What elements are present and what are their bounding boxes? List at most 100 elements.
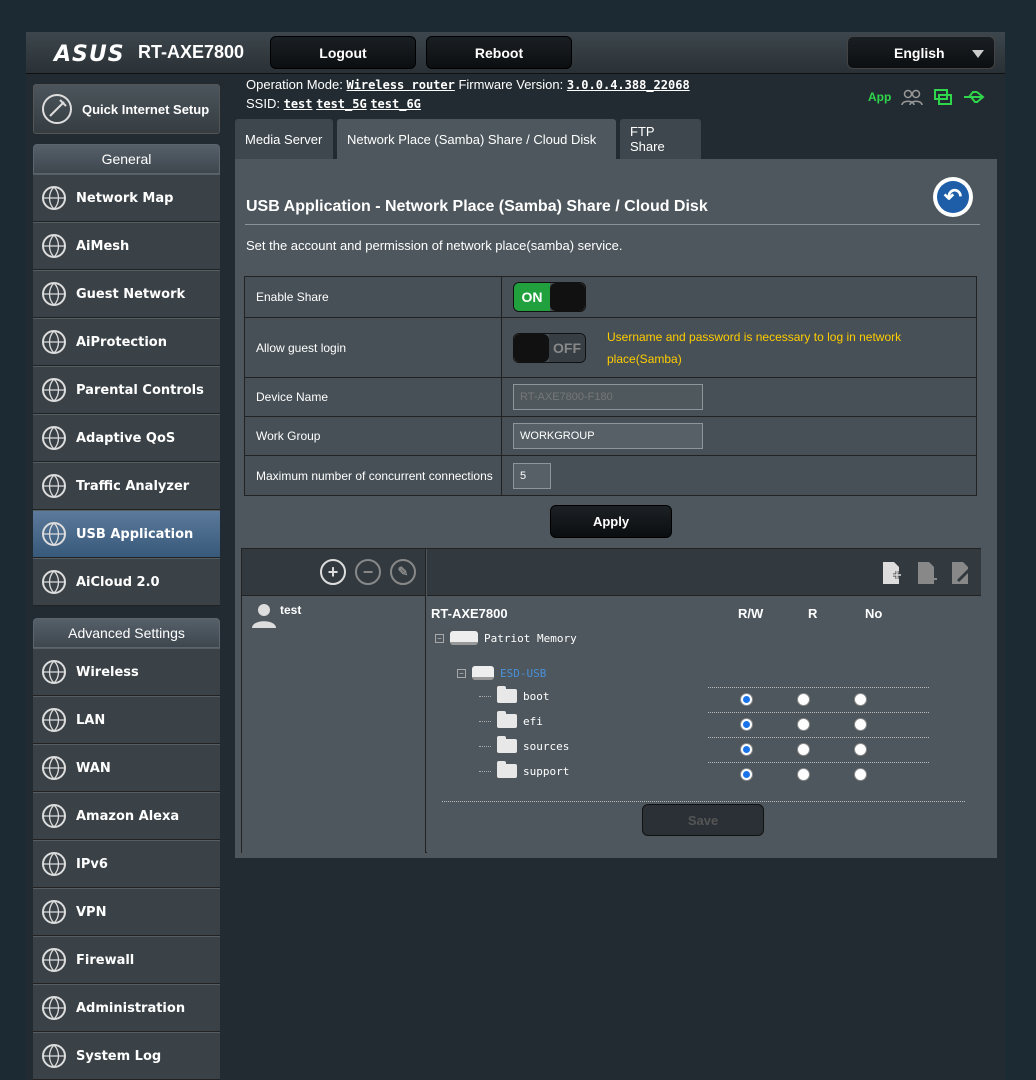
permission-radio-no[interactable] [854,718,867,731]
firmware-label: Firmware Version: [458,77,564,92]
quick-internet-setup[interactable]: Quick Internet Setup [33,84,220,134]
max-connections-label: Maximum number of concurrent connections [245,456,502,495]
sidebar-item-wan[interactable]: WAN [33,744,220,792]
sidebar-item-network-map[interactable]: Network Map [33,174,220,222]
volume-label: ESD-USB [500,666,547,680]
account-item[interactable]: test [250,602,301,628]
tab-ftp-share[interactable]: FTP Share [620,119,701,159]
firmware-link[interactable]: 3.0.0.4.388_22068 [567,78,690,92]
shield-lock-icon [39,327,69,357]
folder-node[interactable]: efi [479,711,543,728]
general-header: General [33,144,220,174]
tree-root: RT-AXE7800 [431,606,508,621]
ssid-link[interactable]: test [284,97,313,111]
collapse-icon[interactable]: − [435,633,444,643]
folder-node[interactable]: boot [479,686,550,703]
clients-icon[interactable] [901,88,924,106]
folder-tree: RT-AXE7800 R/W R No − Patriot Memory − E… [427,595,981,853]
language-select[interactable]: English [847,36,995,69]
sidebar-item-label: Amazon Alexa [76,808,180,824]
permission-radio-rw[interactable] [740,743,753,756]
reboot-button[interactable]: Reboot [426,36,572,69]
delete-folder-icon[interactable] [915,561,937,585]
collapse-icon[interactable]: − [457,668,466,678]
advanced-settings-header: Advanced Settings [33,618,220,648]
sidebar-item-aiprotection[interactable]: AiProtection [33,318,220,366]
remove-account-icon[interactable]: − [355,559,381,585]
permission-radio-no[interactable] [854,743,867,756]
folder-label: boot [523,689,550,703]
folder-icon [497,736,517,753]
sidebar-item-wireless[interactable]: Wireless [33,648,220,696]
sidebar-item-ipv6[interactable]: IPv6 [33,840,220,888]
sidebar-item-aicloud-2-0[interactable]: AiCloud 2.0 [33,558,220,606]
asus-logo: ASUS [54,42,125,67]
folder-icon [497,711,517,728]
sidebar-item-administration[interactable]: Administration [33,984,220,1032]
sidebar-item-traffic-analyzer[interactable]: Traffic Analyzer [33,462,220,510]
operation-mode-link[interactable]: Wireless router [346,78,454,92]
wan-globe-icon [39,753,69,783]
sidebar-item-guest-network[interactable]: Guest Network [33,270,220,318]
edit-account-icon[interactable]: ✎ [390,559,416,585]
toggle-knob [514,333,549,362]
logout-button[interactable]: Logout [270,36,416,69]
folder-toolbar [427,549,981,595]
column-no: No [865,606,883,621]
sidebar-item-label: USB Application [76,526,194,542]
permission-radio-rw[interactable] [740,693,753,706]
divider [442,801,965,802]
folder-node[interactable]: support [479,761,569,778]
folder-node[interactable]: sources [479,736,570,753]
guest-login-label: Allow guest login [245,318,502,377]
add-folder-icon[interactable] [880,561,902,585]
sidebar-item-lan[interactable]: LAN [33,696,220,744]
network-status-icon[interactable] [933,88,953,106]
tab-media-server[interactable]: Media Server [235,119,333,159]
tree-line [479,770,491,772]
permission-radio-r[interactable] [797,768,810,781]
enable-share-label: Enable Share [245,277,502,317]
sidebar-item-aimesh[interactable]: AiMesh [33,222,220,270]
max-connections-input[interactable]: 5 [513,462,551,489]
sidebar-item-system-log[interactable]: System Log [33,1032,220,1080]
tab-samba-share[interactable]: Network Place (Samba) Share / Cloud Disk [337,119,616,159]
permission-radio-no[interactable] [854,768,867,781]
cloud-icon [39,567,69,597]
permission-panel: + − ✎ test RT-AXE7800 R/W R No − Patriot… [241,548,981,853]
vpn-icon [39,897,69,927]
sidebar-item-usb-application[interactable]: USB Application [33,510,220,558]
ssid-link[interactable]: test_6G [370,97,421,111]
usb-status-icon[interactable] [963,88,985,106]
app-status[interactable]: App [868,90,891,104]
sidebar-item-vpn[interactable]: VPN [33,888,220,936]
sidebar-item-amazon-alexa[interactable]: Amazon Alexa [33,792,220,840]
workgroup-input[interactable]: WORKGROUP [513,423,703,449]
back-button[interactable]: ↶ [933,177,973,217]
sidebar-item-label: Wireless [76,664,139,680]
ssid-link[interactable]: test_5G [316,97,367,111]
volume-node[interactable]: − ESD-USB [457,666,546,680]
rename-folder-icon[interactable] [949,561,971,585]
permission-radio-no[interactable] [854,693,867,706]
sidebar-item-firewall[interactable]: Firewall [33,936,220,984]
permission-radio-r[interactable] [797,718,810,731]
folder-label: sources [523,739,570,753]
sidebar-item-parental-controls[interactable]: Parental Controls [33,366,220,414]
mesh-icon [39,231,69,261]
permission-radio-r[interactable] [797,693,810,706]
ipv6-icon [39,849,69,879]
device-name-input: RT-AXE7800-F180 [513,384,703,410]
disk-node[interactable]: − Patriot Memory [435,631,577,645]
permission-radio-r[interactable] [797,743,810,756]
device-name-row: Device Name RT-AXE7800-F180 [245,378,976,417]
enable-share-toggle[interactable]: ON [513,282,586,312]
guest-login-toggle[interactable]: OFF [513,332,586,363]
permission-radio-rw[interactable] [740,718,753,731]
apply-button[interactable]: Apply [550,505,672,538]
add-account-icon[interactable]: + [320,559,346,585]
permission-radio-rw[interactable] [740,768,753,781]
alexa-icon [39,801,69,831]
sidebar-item-adaptive-qos[interactable]: Adaptive QoS [33,414,220,462]
sidebar-item-label: Guest Network [76,286,186,302]
